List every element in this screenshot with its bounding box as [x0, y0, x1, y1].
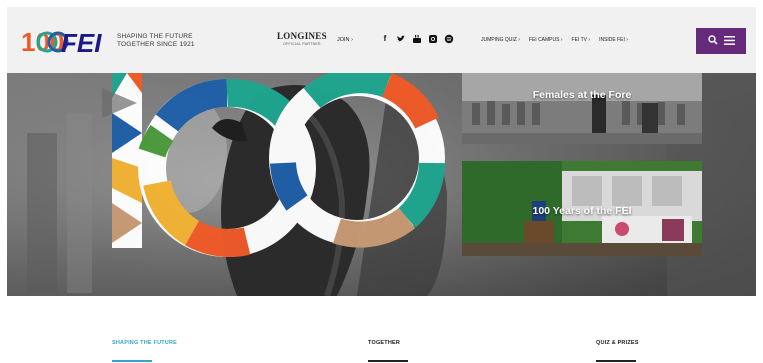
nav-join[interactable]: JOIN › [337, 37, 353, 43]
chevron-right-icon: › [518, 37, 520, 43]
hero-banner[interactable]: Females at the Fore 100 Years of the FEI [7, 73, 756, 296]
instagram-icon[interactable] [428, 34, 438, 44]
fei-100-logo[interactable]: 100 FEI SHAPING THE FUTURE TOGETHER SINC… [21, 23, 195, 59]
tab-indicator [596, 360, 636, 362]
fei-100-logo-mark: 100 FEI [21, 23, 111, 59]
tab-active-indicator [112, 360, 152, 362]
fei-wordmark: FEI [61, 28, 102, 58]
nav-fei-campus[interactable]: FEI CAMPUS › [529, 37, 563, 43]
chevron-right-icon: › [588, 37, 591, 43]
nav-inside-fei[interactable]: INSIDE FEI › [599, 37, 628, 43]
nav-fei-tv[interactable]: FEI TV › [572, 37, 591, 43]
nav-jumping-quiz[interactable]: JUMPING QUIZ › [481, 37, 520, 43]
centenary-number: 100 [21, 27, 64, 57]
tile-2-title: 100 Years of the FEI [532, 205, 632, 217]
chevron-right-icon: › [351, 37, 353, 43]
facebook-icon[interactable]: f [380, 34, 390, 44]
tile-100-years-of-the-fei[interactable]: 100 Years of the FEI [462, 161, 702, 256]
search-icon [707, 32, 718, 50]
tile-1-title: Females at the Fore [532, 89, 632, 101]
longines-partner-logo[interactable]: LONGINES OFFICIAL PARTNER [277, 31, 327, 46]
twitter-icon[interactable] [396, 34, 406, 44]
logo-tagline: SHAPING THE FUTURE TOGETHER SINCE 1921 [117, 33, 195, 48]
hamburger-icon [723, 32, 735, 50]
partner-sub: OFFICIAL PARTNER [283, 42, 321, 46]
tab-shaping-the-future[interactable]: SHAPING THE FUTURE [112, 340, 177, 346]
partner-name: LONGINES [277, 31, 327, 41]
tile-1-photo [462, 73, 702, 144]
tab-quiz-and-prizes[interactable]: QUIZ & PRIZES [596, 340, 639, 346]
search-menu-button[interactable] [696, 28, 746, 54]
tab-indicator [368, 360, 408, 362]
nav-links: JUMPING QUIZ › FEI CAMPUS › FEI TV › INS… [481, 37, 628, 43]
tab-together[interactable]: TOGETHER [368, 340, 400, 346]
chevron-right-icon: › [626, 37, 628, 43]
tile-females-at-the-fore[interactable]: Females at the Fore [462, 73, 702, 144]
youtube-icon[interactable] [412, 34, 422, 44]
spotify-icon[interactable] [444, 34, 454, 44]
site-header: 100 FEI SHAPING THE FUTURE TOGETHER SINC… [7, 7, 756, 73]
social-links: f [380, 34, 454, 44]
chevron-right-icon: › [560, 37, 563, 43]
fei-100-homepage: 100 FEI SHAPING THE FUTURE TOGETHER SINC… [0, 0, 763, 363]
